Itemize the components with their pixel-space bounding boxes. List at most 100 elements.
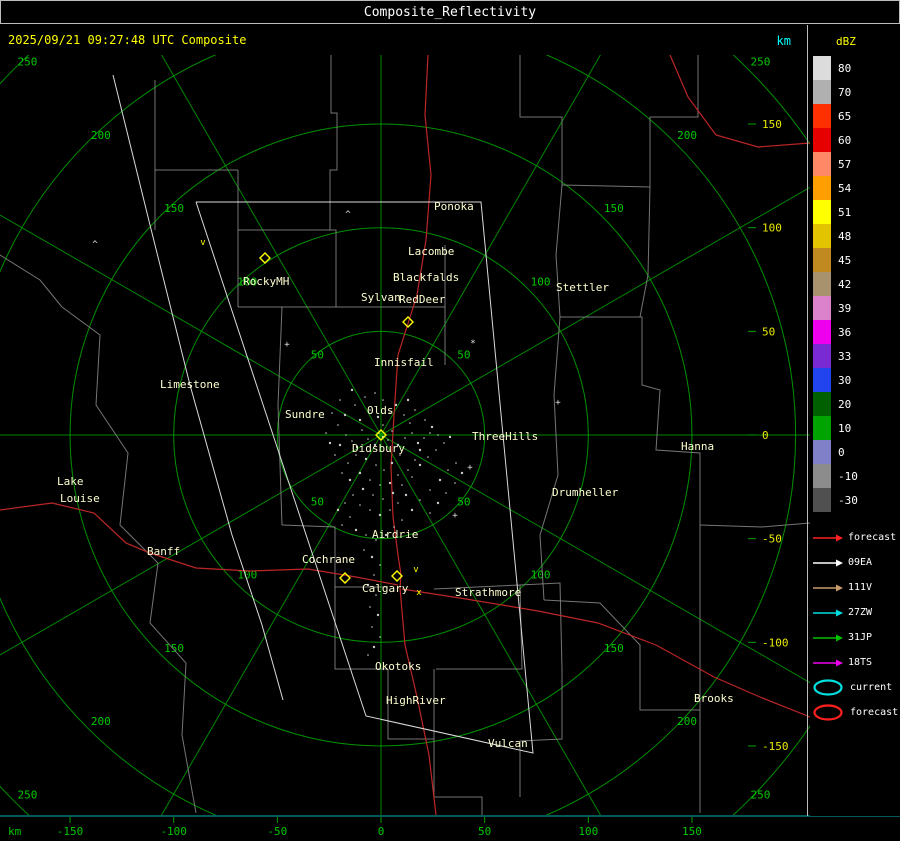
colorbar-value: 36 <box>838 326 851 339</box>
colorbar-swatch <box>813 296 831 320</box>
echo-dot <box>419 499 421 501</box>
svg-text:+: + <box>452 511 458 521</box>
echo-dot <box>341 524 343 526</box>
colorbar-swatch <box>813 200 831 224</box>
echo-dot <box>447 469 449 471</box>
svg-text:250: 250 <box>750 788 770 801</box>
svg-text:50: 50 <box>457 349 470 362</box>
colorbar-row: 42 <box>813 272 900 296</box>
city-label: Hanna <box>681 440 714 453</box>
colorbar-value: 45 <box>838 254 851 267</box>
echo-dot <box>411 432 413 434</box>
echo-dot <box>419 449 421 451</box>
colorbar-value: 51 <box>838 206 851 219</box>
echo-dot <box>414 459 416 461</box>
city-label: Drumheller <box>552 486 619 499</box>
city-label: Sundre <box>285 408 325 421</box>
arrow-icon <box>812 657 844 669</box>
echo-dot <box>443 442 445 444</box>
colorbar-row: 80 <box>813 56 900 80</box>
echo-dot <box>401 519 403 521</box>
colorbar-value: -30 <box>838 494 858 507</box>
colorbar-value: 42 <box>838 278 851 291</box>
svg-text:100: 100 <box>531 275 551 288</box>
svg-text:200: 200 <box>677 715 697 728</box>
echo-dot <box>345 434 347 436</box>
legend-row: current <box>812 675 900 700</box>
city-label: Lacombe <box>408 245 454 258</box>
echo-dot <box>371 556 373 558</box>
echo-dot <box>339 444 341 446</box>
echo-dot <box>372 494 374 496</box>
arrow-icon <box>812 632 844 644</box>
colorbar-swatch <box>813 56 831 80</box>
legend-label: 111V <box>848 582 872 593</box>
legend-label: 09EA <box>848 557 872 568</box>
bottom-axis-label: 100 <box>578 825 598 838</box>
echo-dot <box>409 422 411 424</box>
echo-dot <box>369 509 371 511</box>
echo-dot <box>382 498 384 500</box>
echo-dot <box>331 412 333 414</box>
echo-dot <box>362 488 364 490</box>
svg-text:x: x <box>416 588 422 598</box>
echo-dot <box>344 502 346 504</box>
colorbar-value: 33 <box>838 350 851 363</box>
svg-text:200: 200 <box>91 715 111 728</box>
echo-dot <box>382 399 384 401</box>
echo-dot <box>389 482 391 484</box>
echo-dot <box>373 646 375 648</box>
echo-dot <box>431 426 433 428</box>
colorbar-row: 51 <box>813 200 900 224</box>
svg-text:150: 150 <box>164 202 184 215</box>
echo-dot <box>389 509 391 511</box>
city-label: Cochrane <box>302 553 355 566</box>
bottom-axis-label: -50 <box>267 825 287 838</box>
window-title: Composite_Reflectivity <box>364 5 536 20</box>
echo-dot <box>411 509 413 511</box>
track-legend: forecast09EA111V27ZW31JP18TScurrentforec… <box>810 525 900 725</box>
colorbar-swatch <box>813 176 831 200</box>
legend-row: 111V <box>812 575 900 600</box>
city-label: Banff <box>147 545 180 558</box>
radar-map-canvas: 5010015020025050100150200250501001502002… <box>0 55 810 815</box>
echo-dot <box>383 469 385 471</box>
svg-text:v: v <box>413 565 418 575</box>
echo-dot <box>367 654 369 656</box>
echo-dot <box>351 389 353 391</box>
echo-dot <box>405 494 407 496</box>
svg-text:250: 250 <box>18 788 38 801</box>
svg-text:200: 200 <box>91 129 111 142</box>
svg-text:-100: -100 <box>762 636 789 649</box>
svg-text:50: 50 <box>762 325 775 338</box>
echo-dot <box>361 429 363 431</box>
echo-dot <box>417 442 419 444</box>
svg-text:-150: -150 <box>762 740 789 753</box>
echo-dot <box>365 534 367 536</box>
city-label: Olds <box>367 404 394 417</box>
svg-text:+: + <box>555 398 561 408</box>
site-diamond-icon <box>260 253 270 263</box>
echo-dot <box>359 504 361 506</box>
timestamp-label: 2025/09/21 09:27:48 UTC Composite <box>8 33 246 47</box>
colorbar-row: 45 <box>813 248 900 272</box>
svg-text:0: 0 <box>762 429 769 442</box>
colorbar-swatch <box>813 440 831 464</box>
echo-dot <box>379 514 381 516</box>
colorbar-swatch <box>813 368 831 392</box>
echo-dot <box>437 434 439 436</box>
echo-dot <box>359 419 361 421</box>
colorbar-swatch <box>813 416 831 440</box>
colorbar-swatch <box>813 344 831 368</box>
echo-dot <box>391 430 393 432</box>
svg-text:150: 150 <box>604 642 624 655</box>
colorbar-value: 0 <box>838 446 845 459</box>
echo-dot <box>403 414 405 416</box>
echo-dot <box>334 454 336 456</box>
echo-dot <box>329 442 331 444</box>
echo-dot <box>429 512 431 514</box>
colorbar-title: dBZ <box>836 35 900 48</box>
colorbar-value: 20 <box>838 398 851 411</box>
echo-dot <box>355 529 357 531</box>
echo-dot <box>365 458 367 460</box>
